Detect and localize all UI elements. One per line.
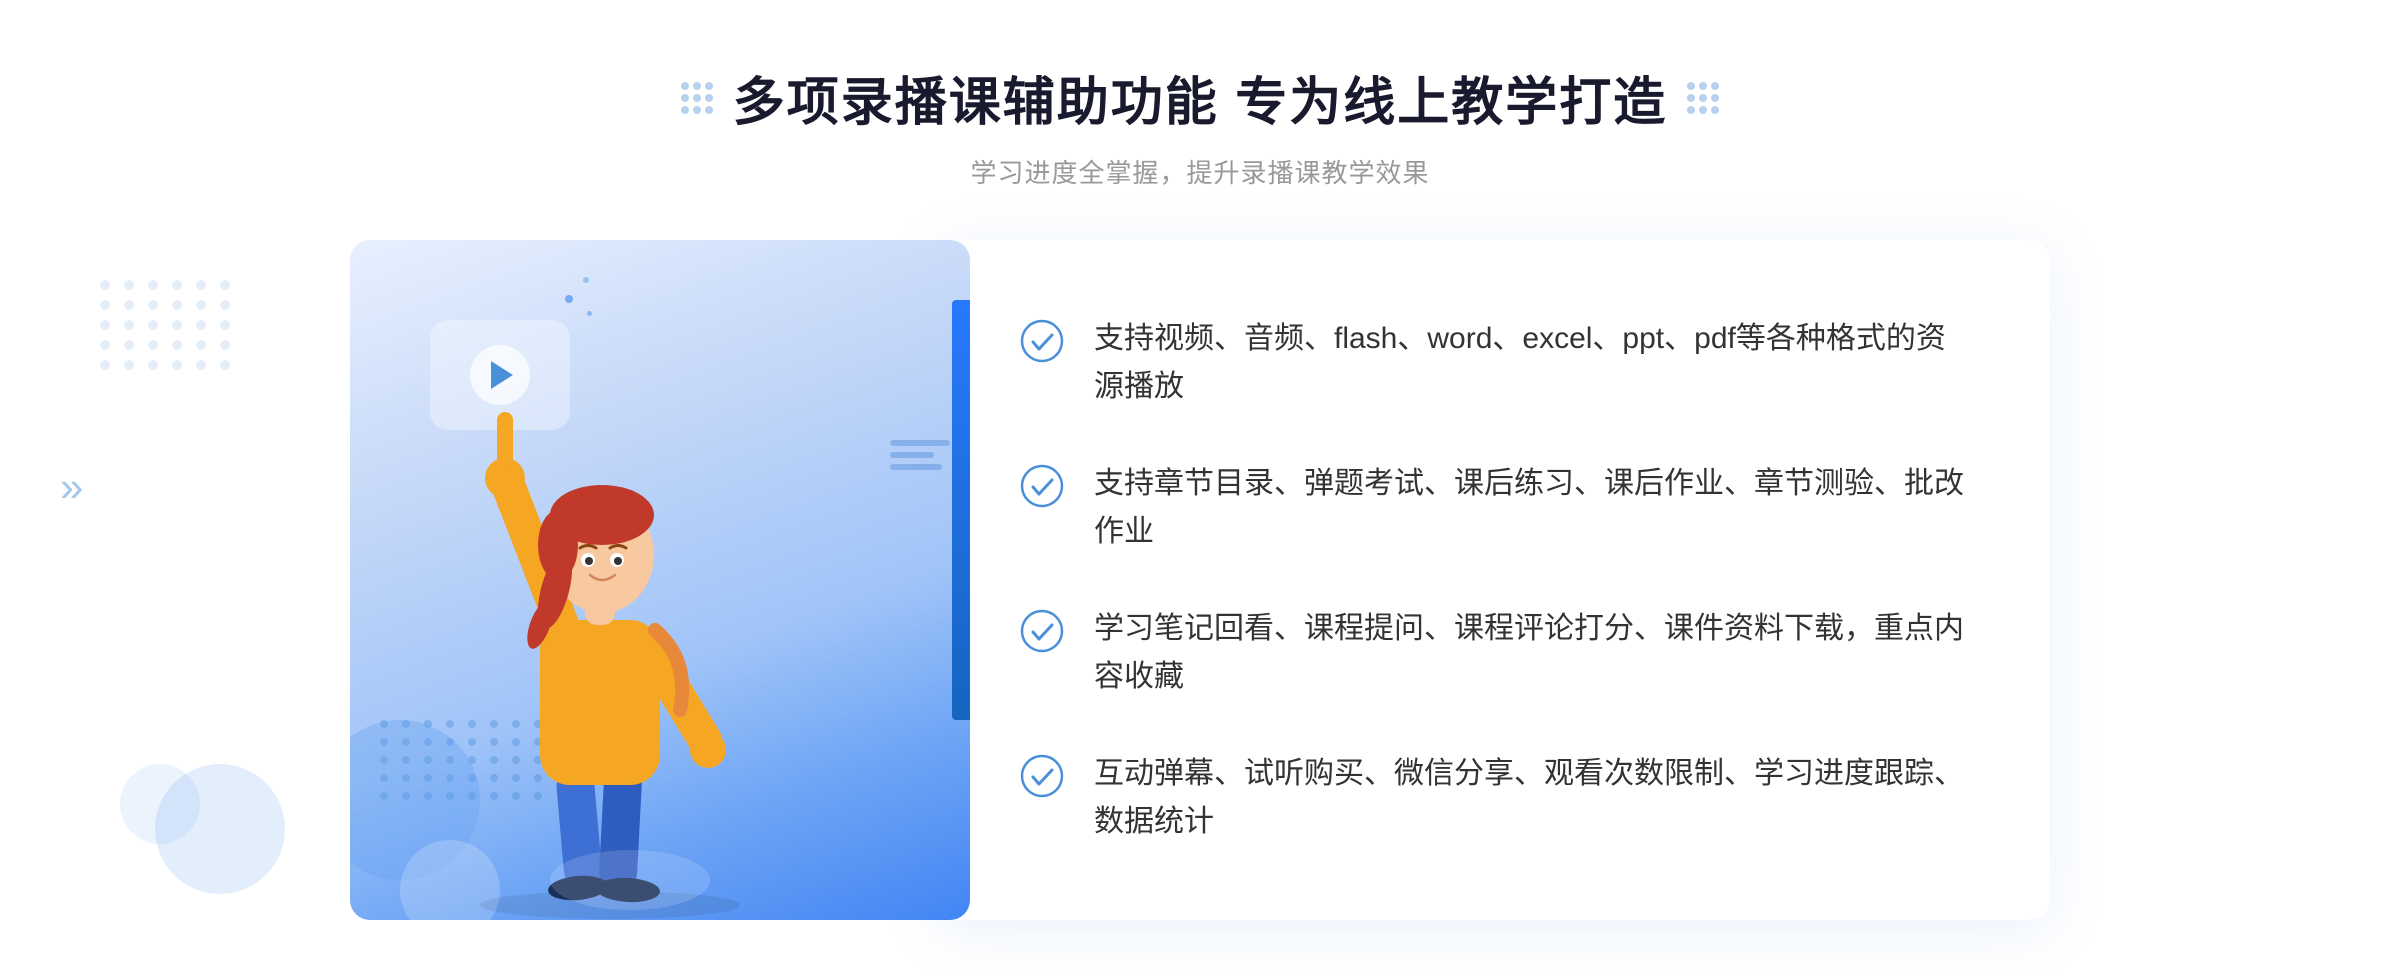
- feature-item-2: 支持章节目录、弹题考试、课后练习、课后作业、章节测验、批改作业: [1020, 440, 1970, 576]
- page-circle-decoration-2: [120, 764, 200, 844]
- feature-text-3: 学习笔记回看、课程提问、课程评论打分、课件资料下载，重点内容收藏: [1094, 605, 1970, 701]
- accent-bar: [952, 300, 970, 720]
- chevrons-left-decoration: »: [60, 463, 78, 511]
- check-icon-1: [1020, 319, 1064, 363]
- check-icon-4: [1020, 754, 1064, 798]
- feature-text-1: 支持视频、音频、flash、word、excel、ppt、pdf等各种格式的资源…: [1094, 315, 1970, 411]
- right-decorator: [1687, 82, 1719, 114]
- page-container: » 多项录播课辅助功能 专为线上教学打造 学习进度全掌握，提升录播: [0, 0, 2400, 974]
- page-subtitle: 学习进度全掌握，提升录播课教学效果: [681, 153, 1719, 190]
- feature-item-3: 学习笔记回看、课程提问、课程评论打分、课件资料下载，重点内容收藏: [1020, 585, 1970, 721]
- page-title: 多项录播课辅助功能 专为线上教学打造: [733, 60, 1667, 135]
- title-wrapper: 多项录播课辅助功能 专为线上教学打造: [681, 60, 1719, 135]
- illustration-card: [350, 240, 970, 920]
- bg-dots-decoration: [100, 280, 234, 370]
- feature-item-1: 支持视频、音频、flash、word、excel、ppt、pdf等各种格式的资源…: [1020, 295, 1970, 431]
- content-area: 支持视频、音频、flash、word、excel、ppt、pdf等各种格式的资源…: [350, 240, 2050, 920]
- lines-decoration: [890, 440, 950, 470]
- left-decorator: [681, 82, 713, 114]
- feature-text-4: 互动弹幕、试听购买、微信分享、观看次数限制、学习进度跟踪、数据统计: [1094, 750, 1970, 846]
- dot-grid-left: [681, 82, 713, 114]
- check-icon-3: [1020, 609, 1064, 653]
- character-illustration: [410, 360, 850, 920]
- feature-text-2: 支持章节目录、弹题考试、课后练习、课后作业、章节测验、批改作业: [1094, 460, 1970, 556]
- dot-grid-right: [1687, 82, 1719, 114]
- feature-item-4: 互动弹幕、试听购买、微信分享、观看次数限制、学习进度跟踪、数据统计: [1020, 730, 1970, 866]
- features-panel: 支持视频、音频、flash、word、excel、ppt、pdf等各种格式的资源…: [940, 240, 2050, 920]
- check-icon-2: [1020, 464, 1064, 508]
- header-section: 多项录播课辅助功能 专为线上教学打造 学习进度全掌握，提升录播课教学效果: [681, 60, 1719, 190]
